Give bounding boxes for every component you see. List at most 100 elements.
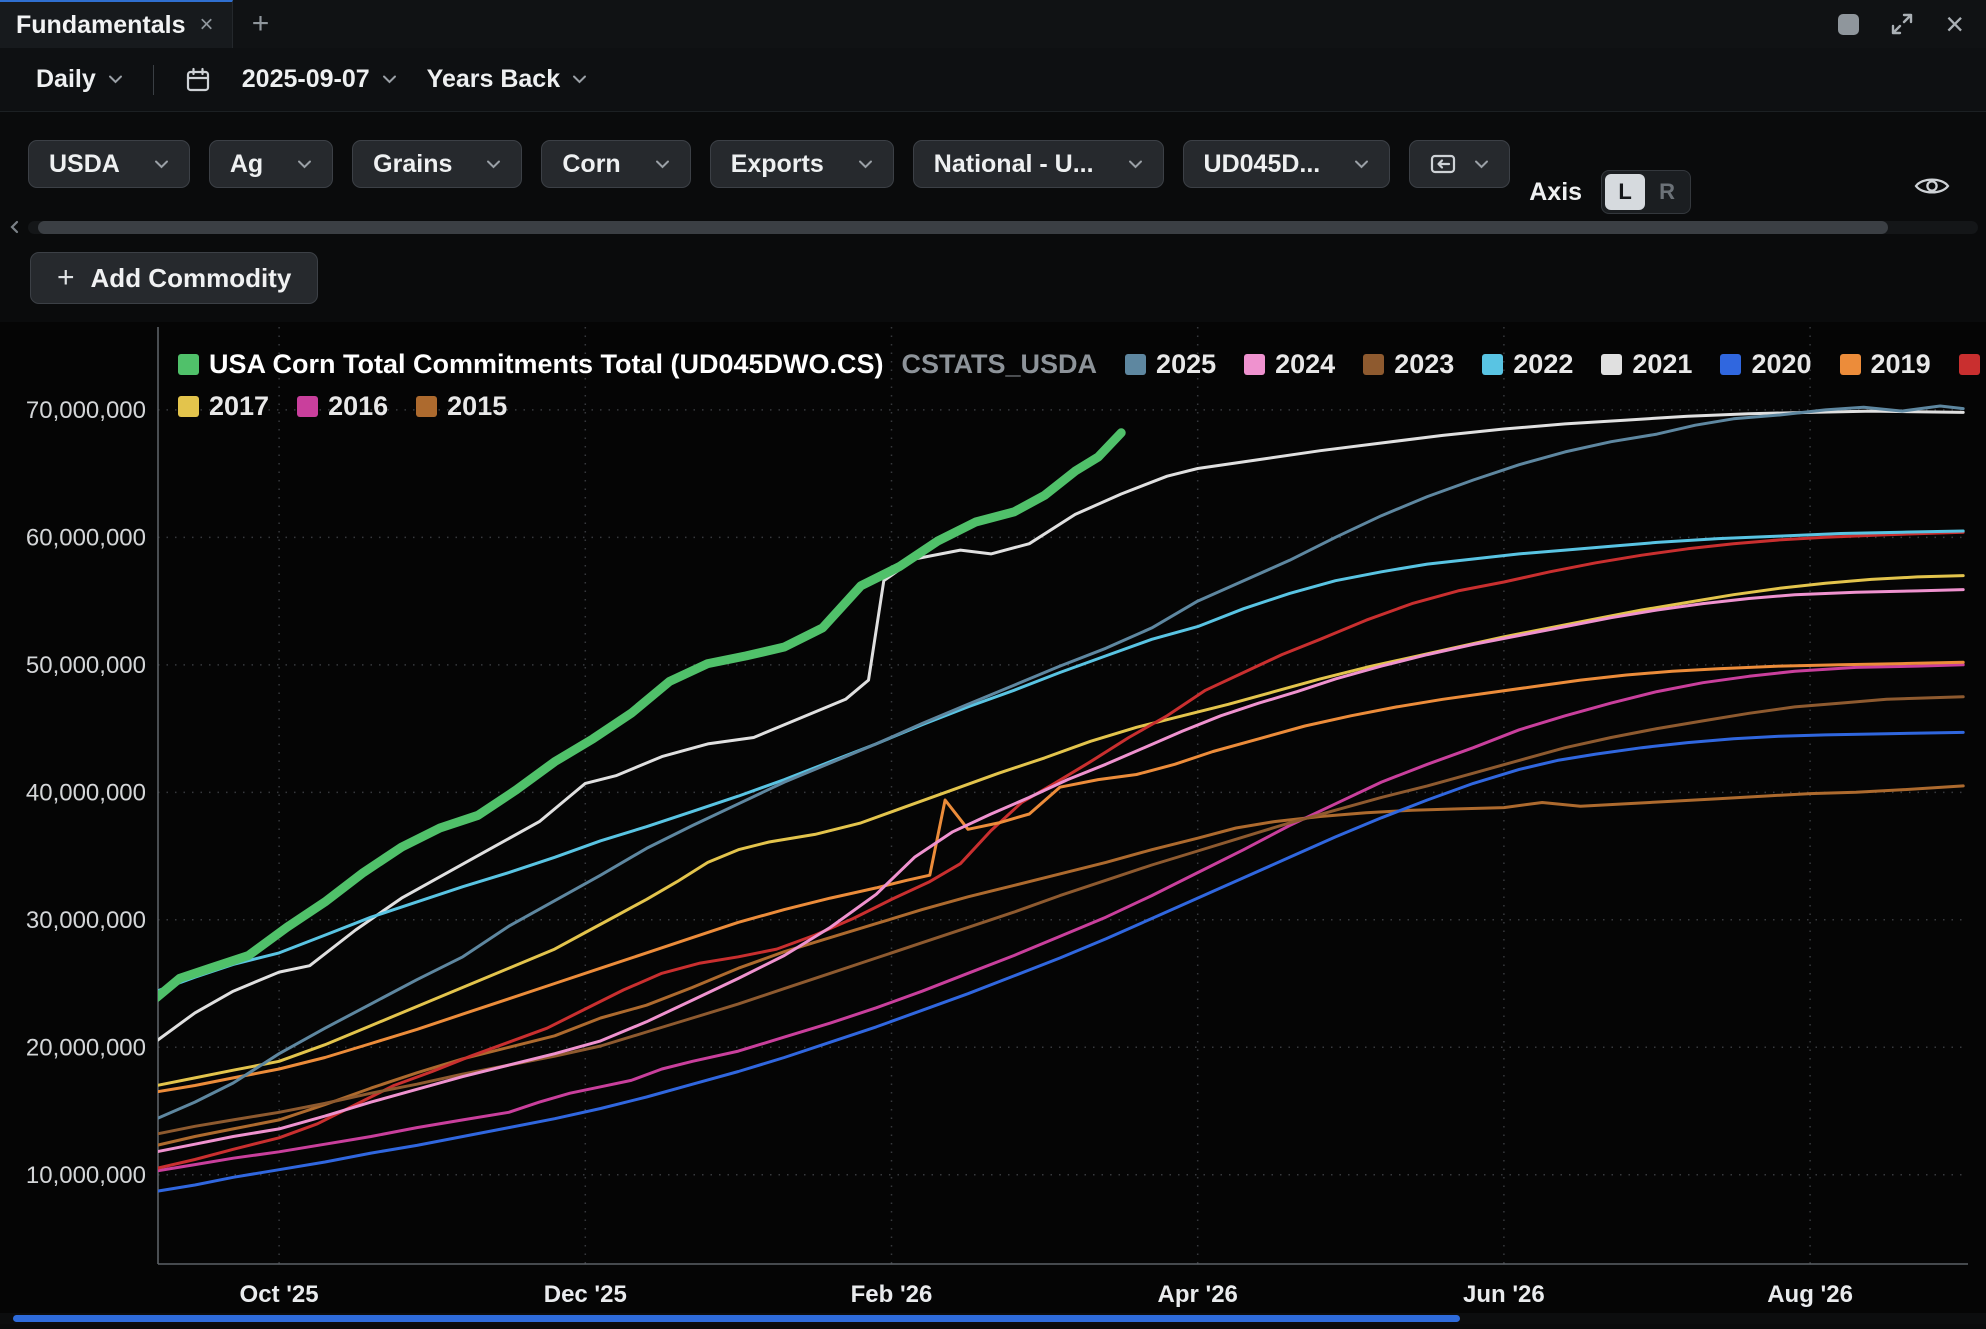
new-tab-button[interactable]: + <box>233 0 289 48</box>
legend-year-label: 2025 <box>1156 344 1216 384</box>
interval-dropdown[interactable]: Daily <box>36 65 123 94</box>
y-tick-label: 40,000,000 <box>26 779 146 806</box>
scrollbar-thumb[interactable] <box>38 221 1888 234</box>
legend-row: USA Corn Total Commitments Total (UD045D… <box>178 344 1970 384</box>
filter-label: Ag <box>230 150 263 179</box>
window-close-icon[interactable]: × <box>1945 8 1964 40</box>
years-back-dropdown[interactable]: Years Back <box>427 65 587 94</box>
tab-label: Fundamentals <box>16 11 185 40</box>
filter-label: Exports <box>731 150 824 179</box>
chevron-down-icon <box>1354 160 1369 169</box>
bottom-scrollbar-thumb[interactable] <box>13 1315 1460 1322</box>
legend-swatch <box>416 396 437 417</box>
chevron-down-icon <box>486 160 501 169</box>
date-dropdown[interactable]: 2025-09-07 <box>242 65 397 94</box>
filter-label: USDA <box>49 150 120 179</box>
axis-label: Axis <box>1529 178 1582 207</box>
legend-year-label: 2024 <box>1275 344 1335 384</box>
tab-bar: Fundamentals × + × <box>0 0 1986 49</box>
filter-source-dropdown[interactable]: USDA <box>28 140 190 188</box>
legend-year-label: 2015 <box>447 386 507 426</box>
visibility-toggle[interactable] <box>1914 174 1950 203</box>
legend-item-2016[interactable]: 2016 <box>297 386 388 426</box>
chevron-down-icon <box>154 160 169 169</box>
legend-swatch <box>178 354 199 375</box>
horizontal-scrollbar[interactable] <box>0 216 1986 238</box>
filter-series-code-dropdown[interactable]: UD045D... <box>1183 140 1391 188</box>
legend-item-2021[interactable]: 2021 <box>1601 344 1692 384</box>
window-controls: × <box>1838 0 1986 48</box>
legend-item-2025[interactable]: 2025 <box>1125 344 1216 384</box>
chevron-down-icon <box>1474 160 1489 169</box>
filter-label: Corn <box>562 150 620 179</box>
legend-year-label: 2021 <box>1632 344 1692 384</box>
legend-swatch <box>297 396 318 417</box>
legend-item-2018[interactable]: 2018 <box>1959 344 1986 384</box>
filter-toolbar: USDA Ag Grains Corn Exports National - U... UD… <box>0 112 1986 214</box>
calendar-icon[interactable] <box>184 66 212 94</box>
window-expand-icon[interactable] <box>1889 11 1915 37</box>
legend-item-2022[interactable]: 2022 <box>1482 344 1573 384</box>
legend-year-label: 2017 <box>209 386 269 426</box>
legend-item-2015[interactable]: 2015 <box>416 386 507 426</box>
tab-close-icon[interactable]: × <box>199 13 213 37</box>
y-tick-label: 30,000,000 <box>26 907 146 934</box>
filter-label: National - U... <box>934 150 1094 179</box>
legend-item-2024[interactable]: 2024 <box>1244 344 1335 384</box>
legend-swatch <box>1601 354 1622 375</box>
legend-year-label: 2020 <box>1751 344 1811 384</box>
legend-row: 2017 2016 2015 <box>178 386 1970 426</box>
x-tick-label: Jun '26 <box>1463 1281 1545 1308</box>
plus-icon: + <box>57 261 75 295</box>
add-commodity-button[interactable]: + Add Commodity <box>30 252 318 304</box>
filter-attribute-dropdown[interactable]: Exports <box>710 140 894 188</box>
legend-item-main[interactable]: USA Corn Total Commitments Total (UD045D… <box>178 344 1097 384</box>
legend-swatch <box>1959 354 1980 375</box>
filter-group-dropdown[interactable]: Grains <box>352 140 522 188</box>
series-line-2018 <box>157 532 1964 1168</box>
chevron-down-icon <box>572 75 587 84</box>
axis-left-button[interactable]: L <box>1605 174 1645 210</box>
eye-icon <box>1914 174 1950 198</box>
legend-item-2023[interactable]: 2023 <box>1363 344 1454 384</box>
scroll-left-icon[interactable] <box>8 219 22 235</box>
years-back-label: Years Back <box>427 65 560 94</box>
filter-sector-dropdown[interactable]: Ag <box>209 140 333 188</box>
chart-area[interactable]: Oct '25Dec '25Feb '26Apr '26Jun '26Aug '… <box>0 322 1986 1324</box>
chevron-down-icon <box>382 75 397 84</box>
panel-dropdown[interactable] <box>1409 140 1510 188</box>
x-tick-label: Aug '26 <box>1767 1281 1853 1308</box>
chevron-down-icon <box>858 160 873 169</box>
interval-label: Daily <box>36 65 96 94</box>
axis-right-button[interactable]: R <box>1647 174 1687 210</box>
x-tick-label: Apr '26 <box>1157 1281 1237 1308</box>
chart-canvas: Oct '25Dec '25Feb '26Apr '26Jun '26Aug '… <box>0 322 1986 1324</box>
legend-series-title: USA Corn Total Commitments Total (UD045D… <box>209 344 884 384</box>
y-tick-label: 70,000,000 <box>26 397 146 424</box>
legend-swatch <box>1482 354 1503 375</box>
filter-commodity-dropdown[interactable]: Corn <box>541 140 690 188</box>
legend-item-2019[interactable]: 2019 <box>1840 344 1931 384</box>
series-line-2025 <box>157 406 1964 1119</box>
window-restore-icon[interactable] <box>1838 14 1859 35</box>
filter-region-dropdown[interactable]: National - U... <box>913 140 1164 188</box>
legend-item-2020[interactable]: 2020 <box>1720 344 1811 384</box>
chevron-down-icon <box>108 75 123 84</box>
series-line-usa-corn-total-commitments-total-ud045dwo-cs- <box>157 433 1122 998</box>
axis-side-toggle: L R <box>1601 170 1691 214</box>
legend-swatch <box>1840 354 1861 375</box>
bottom-scrollbar-track[interactable] <box>0 1313 1986 1324</box>
legend-swatch <box>1363 354 1384 375</box>
series-line-2019 <box>157 662 1964 1092</box>
scrollbar-track[interactable] <box>28 221 1978 234</box>
y-tick-label: 10,000,000 <box>26 1162 146 1189</box>
legend-item-2017[interactable]: 2017 <box>178 386 269 426</box>
tab-fundamentals[interactable]: Fundamentals × <box>0 0 233 48</box>
date-toolbar: Daily 2025-09-07 Years Back <box>0 48 1986 112</box>
filter-dropdowns: USDA Ag Grains Corn Exports National - U... UD… <box>28 140 1390 188</box>
series-line-2021 <box>157 411 1964 1041</box>
toolbar-divider <box>153 65 154 95</box>
chevron-down-icon <box>655 160 670 169</box>
panel-icon <box>1430 153 1456 175</box>
legend-year-label: 2022 <box>1513 344 1573 384</box>
